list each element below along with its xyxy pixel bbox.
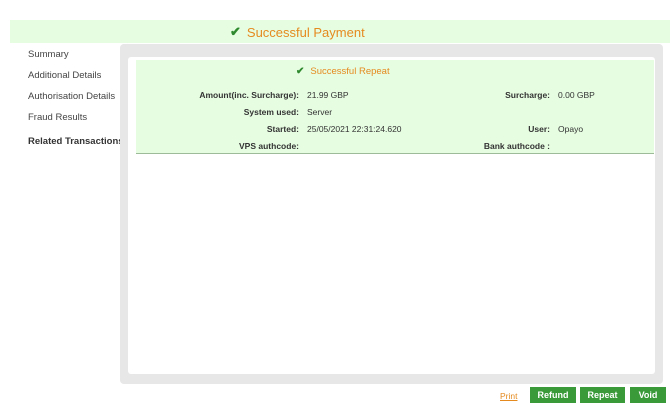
repeat-button[interactable]: Repeat [580, 387, 625, 403]
sidebar-item-additional-details[interactable]: Additional Details [27, 65, 120, 86]
system-used-label: System used: [243, 107, 299, 117]
page-title-text: Successful Payment [246, 24, 365, 40]
sidebar: Summary Additional Details Authorisation… [27, 44, 124, 153]
system-used-value: Server [307, 107, 333, 117]
checkmark-icon: ✔ [230, 24, 241, 39]
surcharge-value: 0.00 GBP [558, 90, 595, 100]
user-value: Opayo [558, 124, 584, 134]
checkmark-icon: ✔ [296, 65, 305, 77]
amount-label: Amount(inc. Surcharge): [199, 90, 299, 100]
bank-authcode-label: Bank authcode : [483, 141, 550, 151]
surcharge-label: Surcharge: [505, 90, 550, 100]
amount-value: 21.99 GBP [307, 90, 349, 100]
page-title: ✔ Successful Payment [230, 23, 365, 41]
sidebar-item-fraud-results[interactable]: Fraud Results [27, 107, 120, 128]
print-link[interactable]: Print [500, 391, 517, 401]
started-label: Started: [266, 124, 299, 134]
user-label: User: [528, 124, 550, 134]
vps-authcode-label: VPS authcode: [239, 141, 299, 151]
refund-button[interactable]: Refund [530, 387, 576, 403]
transaction-title: ✔ Successful Repeat [296, 63, 390, 79]
void-button[interactable]: Void [630, 387, 666, 403]
sidebar-item-summary[interactable]: Summary [27, 44, 120, 65]
sidebar-item-authorisation-details[interactable]: Authorisation Details [27, 86, 120, 107]
transaction-title-text: Successful Repeat [310, 65, 390, 77]
started-value: 25/05/2021 22:31:24.620 [307, 124, 402, 134]
sidebar-item-related-transactions[interactable]: Related Transactions [27, 131, 124, 153]
